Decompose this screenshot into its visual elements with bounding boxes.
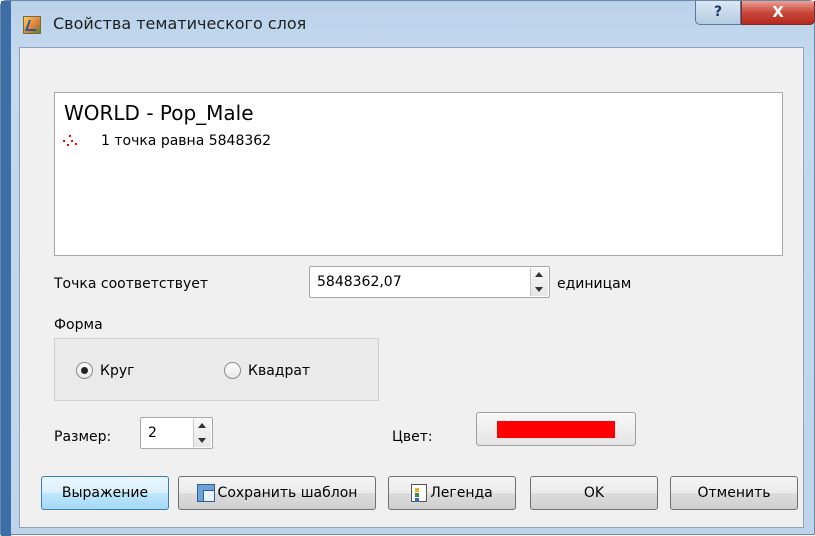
shape-label: Форма: [54, 317, 103, 333]
close-button[interactable]: X: [741, 1, 815, 25]
color-label: Цвет:: [392, 429, 433, 445]
radio-square[interactable]: [224, 362, 241, 379]
chevron-down-icon[interactable]: [531, 282, 548, 296]
title-bar[interactable]: Свойства тематического слоя ? X: [11, 1, 815, 47]
background-window-edge: [1, 1, 11, 536]
app-icon: [23, 16, 41, 34]
dot-density-icon: [63, 135, 79, 147]
expression-button[interactable]: Выражение: [41, 476, 169, 510]
cancel-button-label: Отменить: [697, 485, 771, 501]
size-label: Размер:: [54, 429, 112, 445]
ok-button[interactable]: OK: [530, 476, 658, 510]
color-swatch: [497, 421, 615, 438]
shape-group: Круг Квадрат: [54, 338, 379, 401]
legend-button-label: Легенда: [430, 485, 493, 501]
legend-preview: WORLD - Pop_Male 1 точка равна 5848362: [54, 92, 783, 256]
legend-title: WORLD - Pop_Male: [64, 101, 254, 125]
size-spin-arrows[interactable]: [193, 419, 211, 447]
save-template-button[interactable]: Сохранить шаблон: [178, 476, 376, 510]
dialog-window: Свойства тематического слоя ? X WORLD - …: [0, 0, 815, 536]
expression-button-label: Выражение: [61, 485, 149, 501]
radio-circle-label[interactable]: Круг: [100, 363, 134, 379]
chevron-down-icon[interactable]: [194, 433, 211, 447]
chevron-up-icon[interactable]: [531, 268, 548, 282]
window-title: Свойства тематического слоя: [53, 14, 307, 33]
legend-icon: [411, 484, 428, 502]
radio-circle[interactable]: [76, 362, 93, 379]
help-button[interactable]: ?: [695, 1, 741, 25]
point-spin-arrows[interactable]: [530, 268, 548, 296]
units-label: единицам: [557, 276, 632, 292]
color-picker-button[interactable]: [476, 412, 636, 446]
legend-dot-value: 1 точка равна 5848362: [101, 133, 272, 149]
save-template-icon: [196, 484, 215, 502]
radio-square-label[interactable]: Квадрат: [248, 363, 310, 379]
size-spinbox[interactable]: 2: [140, 417, 213, 449]
dialog-client-area: WORLD - Pop_Male 1 точка равна 5848362 Т…: [19, 47, 804, 528]
point-label: Точка соответствует: [54, 276, 209, 292]
point-value: 5848362,07: [317, 274, 402, 290]
chevron-up-icon[interactable]: [194, 419, 211, 433]
save-template-label: Сохранить шаблон: [217, 485, 358, 501]
point-value-spinbox[interactable]: 5848362,07: [309, 266, 550, 298]
cancel-button[interactable]: Отменить: [670, 476, 798, 510]
size-value: 2: [148, 425, 157, 441]
ok-button-label: OK: [583, 485, 605, 501]
legend-button[interactable]: Легенда: [388, 476, 516, 510]
